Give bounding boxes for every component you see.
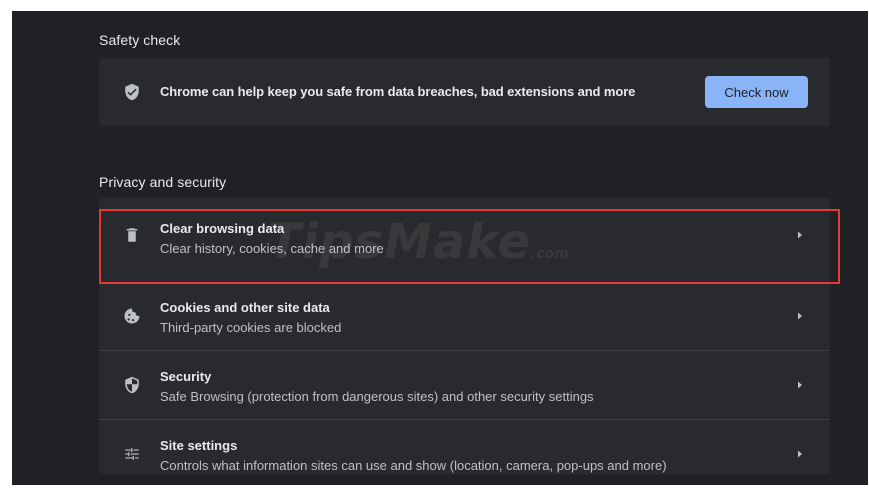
clear-browsing-data-row[interactable]: Clear browsing data Clear history, cooki… [99, 201, 830, 270]
sliders-icon [125, 448, 139, 460]
check-now-button[interactable]: Check now [705, 76, 808, 108]
cookies-site-data-row[interactable]: Cookies and other site data Third-party … [99, 282, 830, 351]
security-title: Security [160, 369, 212, 384]
chevron-right-icon [798, 231, 802, 239]
security-subtitle: Safe Browsing (protection from dangerous… [160, 389, 594, 404]
privacy-security-heading: Privacy and security [99, 174, 227, 190]
page-frame: Safety check Chrome can help keep you sa… [0, 0, 869, 485]
trash-icon [126, 228, 138, 242]
chevron-right-icon [798, 450, 802, 458]
privacy-security-card: Clear browsing data Clear history, cooki… [99, 198, 830, 474]
site-settings-row[interactable]: Site settings Controls what information … [99, 420, 830, 489]
safety-check-card: Chrome can help keep you safe from data … [99, 58, 830, 126]
cookies-subtitle: Third-party cookies are blocked [160, 320, 342, 335]
chevron-right-icon [798, 381, 802, 389]
safety-check-heading: Safety check [99, 32, 181, 48]
security-row[interactable]: Security Safe Browsing (protection from … [99, 351, 830, 420]
clear-browsing-data-subtitle: Clear history, cookies, cache and more [160, 241, 384, 256]
site-settings-subtitle: Controls what information sites can use … [160, 458, 667, 473]
cookies-title: Cookies and other site data [160, 300, 330, 315]
clear-browsing-data-title: Clear browsing data [160, 221, 285, 236]
shield-icon [125, 376, 139, 394]
shield-check-icon [125, 83, 139, 101]
chevron-right-icon [798, 312, 802, 320]
site-settings-title: Site settings [160, 438, 238, 453]
safety-check-message: Chrome can help keep you safe from data … [160, 84, 636, 99]
cookie-icon [124, 308, 140, 324]
